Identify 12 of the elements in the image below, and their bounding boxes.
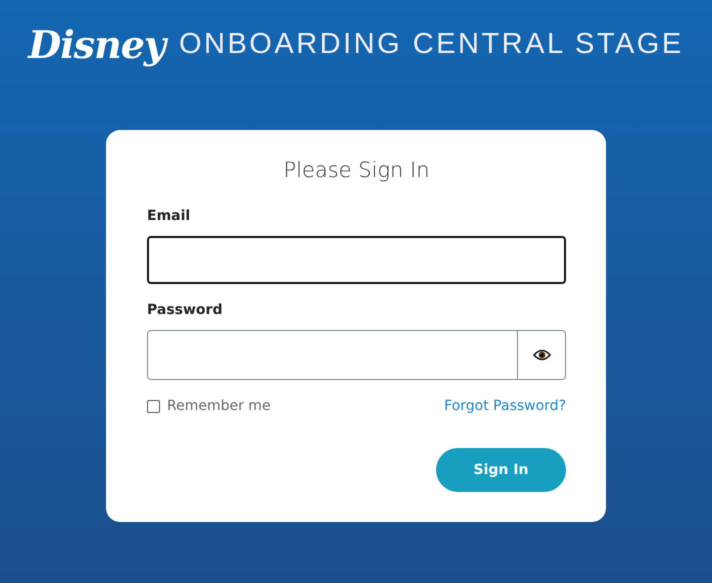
show-password-button[interactable] <box>518 330 566 380</box>
sign-in-button[interactable]: Sign In <box>436 448 566 492</box>
email-field[interactable] <box>147 236 566 284</box>
checkbox[interactable] <box>147 400 160 412</box>
checkbox-label: Remember me <box>167 398 271 414</box>
card-title: Please Sign In <box>282 158 431 182</box>
field-label: Password <box>147 302 224 318</box>
password-field[interactable] <box>147 330 518 380</box>
forgot-password-link[interactable]: Forgot Password? <box>444 398 566 414</box>
field-label: Email <box>147 208 192 224</box>
site-title: ONBOARDING CENTRAL STAGE <box>178 28 684 60</box>
eye-icon <box>532 349 550 361</box>
